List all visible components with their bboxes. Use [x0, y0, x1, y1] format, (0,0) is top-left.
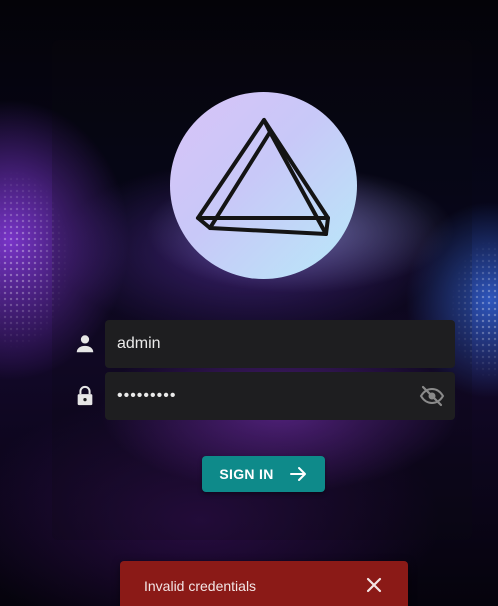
person-icon: [76, 335, 94, 353]
password-input[interactable]: [105, 372, 455, 420]
close-icon[interactable]: [364, 575, 384, 595]
lock-icon: [77, 385, 93, 406]
app-logo: [170, 92, 357, 279]
eye-off-icon[interactable]: [419, 384, 445, 408]
arrow-right-icon: [289, 467, 306, 481]
password-field[interactable]: [105, 372, 455, 420]
sign-in-label: SIGN IN: [219, 466, 274, 482]
username-input[interactable]: [105, 320, 455, 368]
username-field[interactable]: [105, 320, 455, 368]
sign-in-button[interactable]: SIGN IN: [202, 456, 325, 492]
error-toast: Invalid credentials: [120, 561, 408, 606]
toast-message: Invalid credentials: [144, 578, 257, 594]
triangle-logo-icon: [196, 118, 330, 236]
